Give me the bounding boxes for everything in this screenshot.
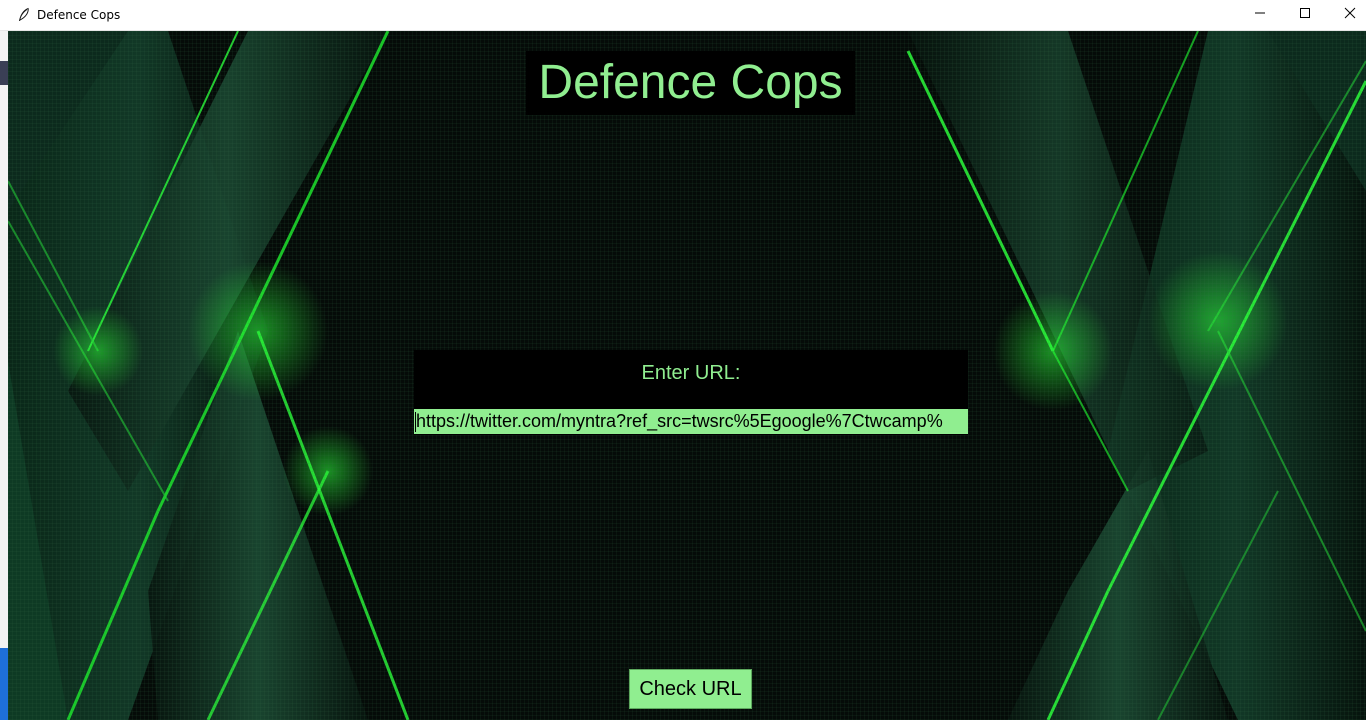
window-title: Defence Cops <box>37 8 121 22</box>
url-input[interactable] <box>414 409 968 434</box>
close-button[interactable] <box>1327 0 1366 30</box>
text-caret <box>415 412 416 432</box>
desktop-edge <box>0 31 8 720</box>
maximize-icon <box>1299 6 1311 24</box>
feather-icon <box>16 7 32 23</box>
minimize-icon <box>1254 6 1266 24</box>
app-canvas: Defence Cops Enter URL: Check URL <box>8 31 1366 720</box>
app-heading: Defence Cops <box>538 56 843 109</box>
url-panel: Enter URL: <box>414 350 968 435</box>
check-url-button[interactable]: Check URL <box>629 669 752 709</box>
minimize-button[interactable] <box>1237 0 1283 30</box>
close-icon <box>1344 6 1356 24</box>
desktop-edge-accent <box>0 648 8 720</box>
heading-panel: Defence Cops <box>526 51 855 115</box>
url-label: Enter URL: <box>641 362 741 384</box>
app-window: Defence Cops Defence Cops Enter URL: htt… <box>0 0 1366 720</box>
maximize-button[interactable] <box>1282 0 1328 30</box>
desktop-edge-accent <box>0 61 8 85</box>
title-bar: Defence Cops <box>0 0 1366 31</box>
